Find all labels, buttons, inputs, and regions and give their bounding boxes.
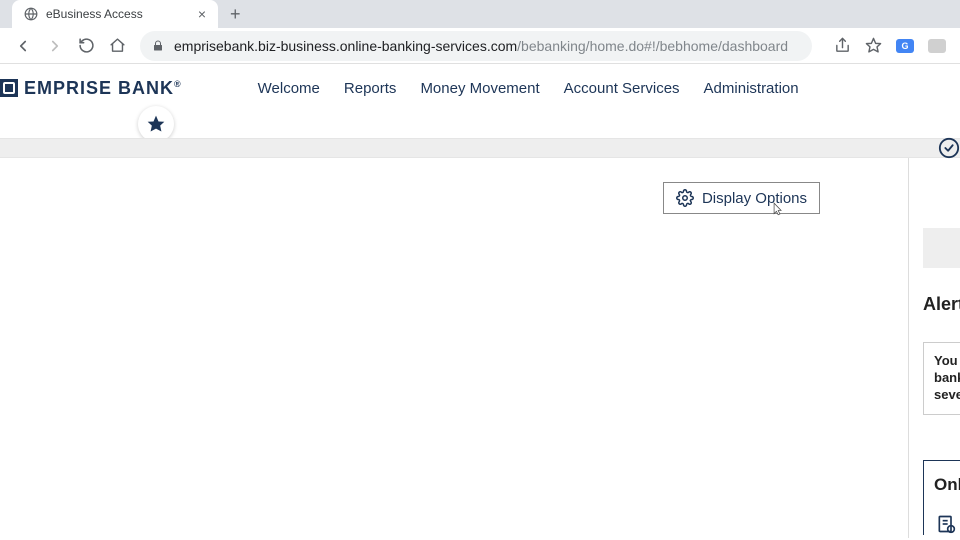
home-button[interactable]	[109, 37, 126, 54]
brand-logo[interactable]: EMPRISE BANK®	[0, 78, 182, 99]
divider-band	[0, 138, 960, 158]
alert-line: You	[934, 353, 960, 370]
page-content: EMPRISE BANK® Welcome Reports Money Move…	[0, 64, 960, 538]
main-panel: Display Options	[0, 158, 908, 538]
top-nav: EMPRISE BANK® Welcome Reports Money Move…	[0, 64, 960, 112]
document-icon	[936, 513, 960, 535]
alerts-heading: Alerts	[923, 294, 960, 315]
share-icon[interactable]	[834, 37, 851, 54]
gear-icon	[676, 189, 694, 207]
nav-reports[interactable]: Reports	[344, 80, 397, 97]
nav-account-services[interactable]: Account Services	[564, 80, 680, 97]
browser-toolbar: emprisebank.biz-business.online-banking-…	[0, 28, 960, 64]
alert-card: You bank seve	[923, 342, 960, 415]
online-card: Onli	[923, 460, 960, 535]
lock-icon	[152, 40, 164, 52]
brand-name: EMPRISE BANK®	[24, 78, 182, 99]
browser-chrome: eBusiness Access × + emprisebank.biz-bus…	[0, 0, 960, 64]
star-icon[interactable]	[865, 37, 882, 54]
browser-tab[interactable]: eBusiness Access ×	[12, 0, 218, 28]
brand-mark-icon	[0, 79, 18, 97]
alert-line: bank	[934, 370, 960, 387]
nav-menu: Welcome Reports Money Movement Account S…	[258, 80, 799, 97]
address-bar[interactable]: emprisebank.biz-business.online-banking-…	[140, 31, 812, 61]
back-button[interactable]	[14, 37, 32, 55]
check-circle-icon	[938, 137, 960, 159]
cursor-icon	[770, 200, 784, 218]
tab-bar: eBusiness Access × +	[0, 0, 960, 28]
tab-title: eBusiness Access	[46, 7, 190, 21]
extension-icon[interactable]: G	[896, 39, 914, 53]
content-area: Display Options Alerts You bank seve Onl…	[0, 158, 960, 538]
favorites-row	[0, 112, 960, 138]
forward-button[interactable]	[46, 37, 64, 55]
favorite-star-button[interactable]	[138, 106, 174, 142]
extension-icon[interactable]	[928, 39, 946, 53]
url-text: emprisebank.biz-business.online-banking-…	[174, 38, 788, 54]
sidebar-placeholder	[923, 228, 960, 268]
close-icon[interactable]: ×	[198, 6, 206, 22]
nav-money-movement[interactable]: Money Movement	[420, 80, 539, 97]
display-options-label: Display Options	[702, 190, 807, 207]
right-panel: Alerts You bank seve Onli	[908, 158, 960, 538]
nav-administration[interactable]: Administration	[704, 80, 799, 97]
alert-line: seve	[934, 387, 960, 404]
online-heading: Onli	[924, 475, 960, 495]
display-options-button[interactable]: Display Options	[663, 182, 820, 214]
globe-icon	[24, 7, 38, 21]
new-tab-button[interactable]: +	[230, 5, 241, 23]
toolbar-actions: G	[826, 37, 946, 54]
nav-welcome[interactable]: Welcome	[258, 80, 320, 97]
reload-button[interactable]	[78, 37, 95, 54]
